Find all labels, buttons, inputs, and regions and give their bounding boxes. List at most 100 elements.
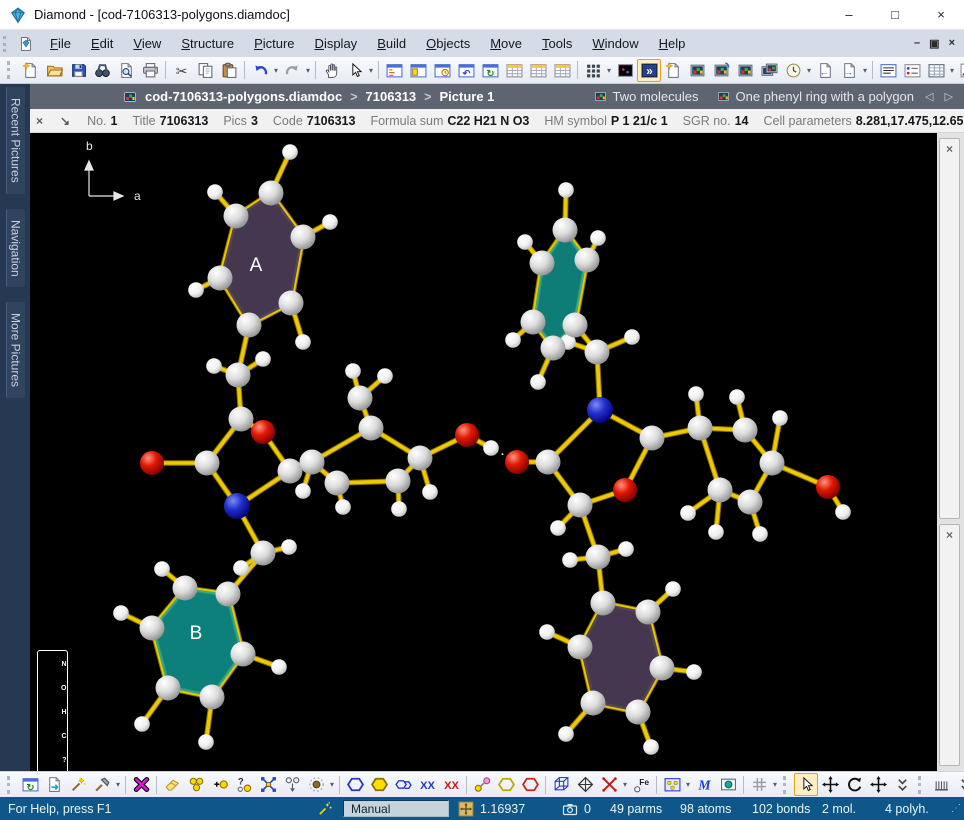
atom-C[interactable] [386, 469, 411, 494]
mode-indicator[interactable]: Manual [343, 800, 449, 817]
menu-structure[interactable]: Structure [171, 36, 244, 51]
atom-C[interactable] [581, 691, 606, 716]
ring-search-yellow-icon[interactable] [494, 773, 518, 796]
atom-H[interactable] [206, 358, 222, 374]
rebuild-icon[interactable] [90, 773, 114, 796]
redo-icon[interactable] [280, 59, 304, 82]
atom-C[interactable] [278, 459, 303, 484]
new-document-icon[interactable] [18, 59, 42, 82]
navigation-pane-icon[interactable] [382, 59, 406, 82]
atom-C[interactable] [563, 313, 588, 338]
atom-C[interactable] [195, 451, 220, 476]
launch-assistant-icon[interactable]: » [637, 59, 661, 82]
paste-icon[interactable] [217, 59, 241, 82]
atom-C[interactable] [521, 310, 546, 335]
breadcrumb-item[interactable]: 7106313 [366, 89, 417, 104]
atom-N[interactable] [224, 493, 250, 519]
atom-H[interactable] [517, 234, 533, 250]
picture-link[interactable]: One phenyl ring with a polygon [716, 89, 915, 104]
add-atom-icon[interactable] [208, 773, 232, 796]
atom-H[interactable] [708, 524, 724, 540]
atom-H[interactable] [590, 230, 606, 246]
atom-H[interactable] [483, 440, 499, 456]
destroy-icon[interactable] [129, 773, 153, 796]
panel-close-icon[interactable]: × [940, 139, 959, 156]
ruler-icon[interactable] [929, 773, 953, 796]
atom-H[interactable] [688, 386, 704, 402]
atom-N[interactable] [587, 397, 613, 423]
menu-display[interactable]: Display [305, 36, 368, 51]
atom-H[interactable] [271, 659, 287, 675]
atom-C[interactable] [300, 450, 325, 475]
atom-O[interactable] [251, 420, 275, 444]
atom-C[interactable] [591, 591, 616, 616]
coordination-dropdown-icon[interactable]: ▾ [328, 780, 336, 789]
breadcrumb-item[interactable]: Picture 1 [439, 89, 494, 104]
atom-C[interactable] [553, 218, 578, 243]
data-sheet-icon[interactable] [502, 59, 526, 82]
atom-H[interactable] [281, 539, 297, 555]
print-icon[interactable] [138, 59, 162, 82]
atom-C[interactable] [348, 386, 373, 411]
atom-C[interactable] [586, 545, 611, 570]
cell-edges-icon[interactable] [573, 773, 597, 796]
sidebar-tab-more-pictures[interactable]: More Pictures [6, 302, 25, 398]
fill-cell-icon[interactable] [660, 773, 684, 796]
toolbar-grip[interactable] [7, 61, 14, 79]
atom-C[interactable] [173, 576, 198, 601]
remove-net-blue-icon[interactable]: XX [415, 773, 439, 796]
ring-search-red-icon[interactable] [518, 773, 542, 796]
mdi-minimize-button[interactable]: – [914, 37, 920, 50]
atom-H[interactable] [391, 501, 407, 517]
redo-dropdown-icon[interactable]: ▾ [304, 66, 312, 75]
atom-C[interactable] [229, 407, 254, 432]
menu-help[interactable]: Help [649, 36, 696, 51]
atom-C[interactable] [733, 418, 758, 443]
menu-tools[interactable]: Tools [532, 36, 582, 51]
atom-C[interactable] [688, 416, 713, 441]
atom-H[interactable] [322, 214, 338, 230]
polygon-yellow-icon[interactable] [367, 773, 391, 796]
resize-grip[interactable]: ⋰ [951, 797, 962, 820]
atom-C[interactable] [708, 478, 733, 503]
atom-H[interactable] [377, 368, 393, 384]
atom-H[interactable] [198, 734, 214, 750]
atom-C[interactable] [585, 340, 610, 365]
atom-C[interactable] [231, 642, 256, 667]
atom-H[interactable] [539, 624, 555, 640]
atom-H[interactable] [618, 541, 634, 557]
mode-overflow-icon[interactable] [890, 773, 914, 796]
find-icon[interactable] [90, 59, 114, 82]
atom-H[interactable] [233, 560, 249, 576]
menu-objects[interactable]: Objects [416, 36, 480, 51]
atom-C[interactable] [530, 251, 555, 276]
minimize-button[interactable]: – [826, 0, 872, 29]
next-picture-icon[interactable]: → [837, 59, 861, 82]
thumbnails-dropdown-icon[interactable]: ▾ [605, 66, 613, 75]
atom-C[interactable] [291, 225, 316, 250]
atom-O[interactable] [140, 451, 164, 475]
atom-C[interactable] [279, 291, 304, 316]
picture-copy-icon[interactable] [685, 59, 709, 82]
menu-window[interactable]: Window [582, 36, 648, 51]
histogram-icon[interactable] [956, 59, 964, 82]
grid-toggle-icon[interactable] [747, 773, 771, 796]
measure-icon[interactable]: M [692, 773, 716, 796]
sidebar-tab-navigation[interactable]: Navigation [6, 209, 25, 288]
atom-H[interactable] [134, 716, 150, 732]
atom-C[interactable] [568, 493, 593, 518]
atom-C[interactable] [536, 450, 561, 475]
mdi-close-button[interactable]: × [949, 37, 955, 50]
fragment-icon[interactable] [280, 773, 304, 796]
shift-mode-icon[interactable] [818, 773, 842, 796]
atom-C[interactable] [568, 635, 593, 660]
auto-build-icon[interactable] [66, 773, 90, 796]
ruler-overflow-icon[interactable] [953, 773, 964, 796]
atom-H[interactable] [835, 504, 851, 520]
pan-tool-icon[interactable] [319, 59, 343, 82]
atom-H[interactable] [345, 363, 361, 379]
properties-list-icon[interactable] [900, 59, 924, 82]
atom-H[interactable] [558, 182, 574, 198]
properties-pane-icon[interactable] [406, 59, 430, 82]
atom-O[interactable] [613, 478, 637, 502]
